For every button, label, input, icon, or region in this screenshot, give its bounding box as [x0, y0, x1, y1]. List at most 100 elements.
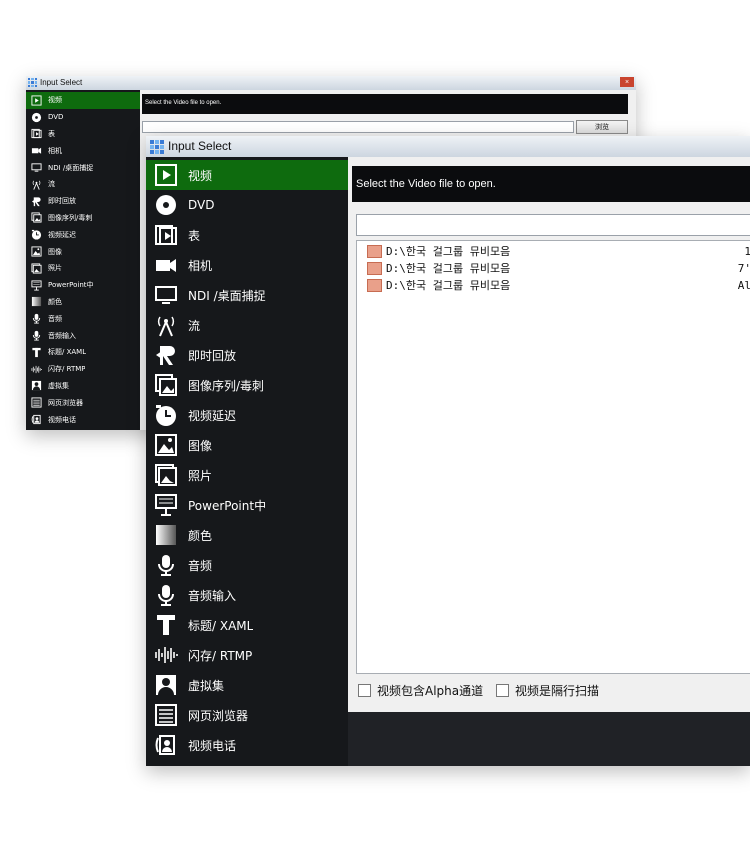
sidebar-item-microphone[interactable]: 音频 — [146, 550, 348, 580]
sidebar-item-browser[interactable]: 网页浏览器 — [146, 700, 348, 730]
sidebar-item-monitor[interactable]: NDI /桌面捕捉 — [26, 159, 140, 176]
sidebar-item-label: 图像序列/毒刺 — [188, 378, 265, 393]
file-path-input[interactable] — [142, 121, 574, 133]
sidebar-item-list[interactable]: 表 — [146, 220, 348, 250]
sidebar-item-label: 照片 — [188, 468, 213, 483]
sidebar-item-photos[interactable]: 照片 — [26, 260, 140, 277]
image-sequence-icon — [31, 212, 42, 224]
sidebar-item-title[interactable]: 标题/ XAML — [26, 344, 140, 361]
sidebar-item-image[interactable]: 图像 — [146, 430, 348, 460]
checkbox-label: 视频是隔行扫描 — [515, 684, 600, 698]
sidebar-item-label: PowerPoint中 — [48, 281, 94, 290]
waveform-icon — [154, 643, 178, 667]
sidebar-item-video[interactable]: 视频 — [146, 160, 348, 190]
sidebar-item-label: 颜色 — [188, 528, 213, 543]
sidebar-item-label: 视频 — [48, 96, 62, 105]
sidebar-item-microphone-input[interactable]: 音频输入 — [146, 580, 348, 610]
sidebar-item-monitor[interactable]: NDI /桌面捕捉 — [146, 280, 348, 310]
file-size: Al — [737, 278, 750, 292]
video-icon — [31, 95, 42, 106]
sidebar-item-replay[interactable]: 即时回放 — [26, 193, 140, 210]
checkbox-box[interactable] — [496, 684, 509, 697]
sidebar-item-presentation[interactable]: PowerPoint中 — [146, 490, 348, 520]
replay-icon — [154, 343, 178, 367]
sidebar-item-label: 音频输入 — [188, 588, 237, 603]
sidebar-item-label: 表 — [188, 228, 201, 243]
sidebar-item-clock[interactable]: 视频延迟 — [26, 226, 140, 243]
sidebar-item-label: 照片 — [48, 264, 62, 273]
file-size: 1 — [744, 243, 750, 259]
sidebar-item-label: 视频延迟 — [48, 230, 76, 239]
video-call-icon — [31, 414, 42, 425]
microphone-input-icon — [154, 583, 178, 607]
checkbox-label: 视频包含Alpha通道 — [377, 684, 484, 698]
sidebar-item-label: 音频输入 — [48, 331, 76, 340]
sidebar-item-list[interactable]: 表 — [26, 126, 140, 143]
sidebar-item-label: DVD — [188, 198, 215, 212]
sidebar-item-label: 图像 — [188, 438, 213, 453]
sidebar-item-label: 音频 — [188, 558, 213, 573]
close-button[interactable]: × — [620, 77, 634, 87]
sidebar-item-photos[interactable]: 照片 — [146, 460, 348, 490]
video-file-icon — [367, 261, 382, 275]
select-file-hint: Select the Video file to open. — [145, 100, 222, 106]
file-name: D:\한국 걸그룹 뮤비모음 — [386, 245, 511, 258]
file-panel: Select the Video file to open. D:\한국 걸그룹… — [348, 157, 750, 766]
sidebar-item-camera[interactable]: 相机 — [26, 142, 140, 159]
sidebar-item-camera[interactable]: 相机 — [146, 250, 348, 280]
sidebar-item-antenna[interactable]: 流 — [146, 310, 348, 340]
browse-button[interactable]: 浏览 — [576, 120, 628, 134]
sidebar-item-browser[interactable]: 网页浏览器 — [26, 394, 140, 411]
title-icon — [154, 613, 178, 637]
video-call-icon — [154, 733, 178, 757]
file-list-item[interactable]: D:\한국 걸그룹 뮤비모음 1 — [367, 243, 750, 259]
video-file-icon — [367, 278, 382, 292]
browser-icon — [31, 397, 42, 408]
app-logo-icon — [150, 140, 164, 154]
sidebar-item-antenna[interactable]: 流 — [26, 176, 140, 193]
sidebar-item-label: 标题/ XAML — [48, 348, 87, 357]
sidebar-item-color[interactable]: 颜色 — [146, 520, 348, 550]
sidebar-item-video[interactable]: 视频 — [26, 92, 140, 109]
waveform-icon — [31, 364, 42, 375]
sidebar-item-color[interactable]: 颜色 — [26, 294, 140, 311]
sidebar-item-disc[interactable]: DVD — [146, 190, 348, 220]
select-file-hint: Select the Video file to open. — [356, 178, 496, 190]
presentation-icon — [154, 493, 178, 517]
sidebar-item-waveform[interactable]: 闪存/ RTMP — [26, 361, 140, 378]
file-path-input[interactable] — [356, 214, 750, 236]
sidebar-item-label: 闪存/ RTMP — [48, 365, 86, 374]
sidebar-item-label: 相机 — [188, 258, 213, 273]
alpha-channel-checkbox[interactable]: 视频包含Alpha通道 — [358, 682, 483, 699]
sidebar-item-replay[interactable]: 即时回放 — [146, 340, 348, 370]
sidebar-item-microphone[interactable]: 音频 — [26, 310, 140, 327]
interlaced-checkbox[interactable]: 视频是隔行扫描 — [496, 682, 599, 699]
file-list[interactable]: D:\한국 걸그룹 뮤비모음 1D:\한국 걸그룹 뮤비모음7'D:\한국 걸그룹… — [356, 240, 750, 674]
sidebar-item-label: NDI /桌面捕捉 — [188, 288, 266, 303]
window-title: Input Select — [40, 78, 83, 87]
sidebar-item-clock[interactable]: 视频延迟 — [146, 400, 348, 430]
sidebar-item-image-sequence[interactable]: 图像序列/毒刺 — [26, 210, 140, 227]
sidebar-item-label: 视频 — [188, 168, 213, 183]
sidebar-item-image-sequence[interactable]: 图像序列/毒刺 — [146, 370, 348, 400]
sidebar-item-image[interactable]: 图像 — [26, 243, 140, 260]
color-icon — [154, 523, 178, 547]
sidebar-item-label: 视频延迟 — [188, 408, 237, 423]
sidebar-item-disc[interactable]: DVD — [26, 109, 140, 126]
sidebar-item-video-call[interactable]: 视频电话 — [26, 411, 140, 428]
video-icon — [154, 163, 178, 187]
file-list-item[interactable]: D:\한국 걸그룹 뮤비모음 Al — [367, 277, 750, 293]
title-bar: Input Select × — [26, 76, 636, 90]
sidebar-item-virtual-set[interactable]: 虚拟集 — [146, 670, 348, 700]
image-icon — [154, 433, 178, 457]
sidebar-item-presentation[interactable]: PowerPoint中 — [26, 277, 140, 294]
checkbox-box[interactable] — [358, 684, 371, 697]
sidebar-item-microphone-input[interactable]: 音频输入 — [26, 327, 140, 344]
video-file-icon — [367, 244, 382, 258]
sidebar-item-title[interactable]: 标题/ XAML — [146, 610, 348, 640]
file-list-item[interactable]: D:\한국 걸그룹 뮤비모음 7' — [367, 260, 750, 276]
sidebar-item-video-call[interactable]: 视频电话 — [146, 730, 348, 760]
antenna-icon — [154, 313, 178, 337]
sidebar-item-virtual-set[interactable]: 虚拟集 — [26, 378, 140, 395]
sidebar-item-waveform[interactable]: 闪存/ RTMP — [146, 640, 348, 670]
